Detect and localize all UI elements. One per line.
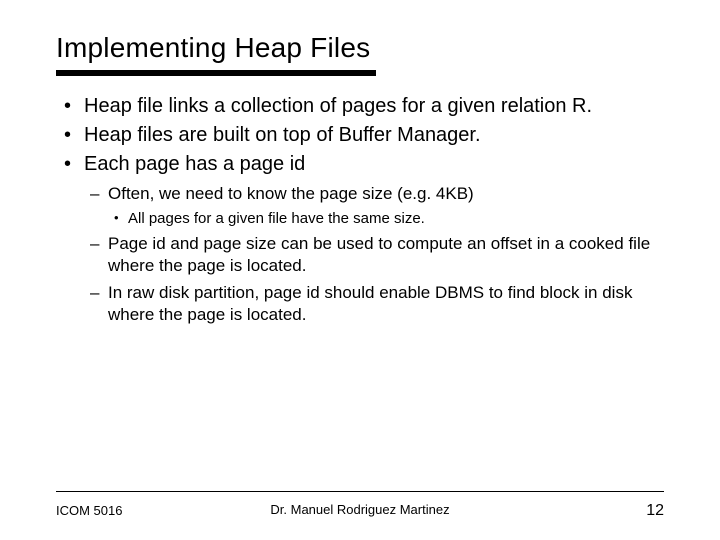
slide-title: Implementing Heap Files [56, 32, 664, 64]
title-underline [56, 70, 376, 76]
list-item: Page id and page size can be used to com… [84, 233, 664, 277]
list-item: Often, we need to know the page size (e.… [84, 183, 664, 229]
footer-author: Dr. Manuel Rodriguez Martinez [56, 502, 664, 517]
list-item: In raw disk partition, page id should en… [84, 282, 664, 326]
bullet-text: Often, we need to know the page size (e.… [108, 184, 474, 203]
bullet-text: Heap file links a collection of pages fo… [84, 95, 592, 117]
list-item: All pages for a given file have the same… [108, 209, 664, 229]
bullet-text: Heap files are built on top of Buffer Ma… [84, 124, 481, 146]
list-item: Each page has a page id Often, we need t… [56, 152, 664, 326]
bullet-text: Each page has a page id [84, 153, 305, 175]
list-item: Heap file links a collection of pages fo… [56, 94, 664, 119]
sub-sub-bullet-list: All pages for a given file have the same… [108, 209, 664, 229]
list-item: Heap files are built on top of Buffer Ma… [56, 123, 664, 148]
bullet-text: In raw disk partition, page id should en… [108, 283, 632, 324]
bullet-list: Heap file links a collection of pages fo… [56, 94, 664, 326]
footer-divider [56, 491, 664, 492]
bullet-text: All pages for a given file have the same… [128, 210, 425, 227]
slide: Implementing Heap Files Heap file links … [0, 0, 720, 540]
footer: ICOM 5016 Dr. Manuel Rodriguez Martinez … [56, 502, 664, 520]
bullet-text: Page id and page size can be used to com… [108, 234, 650, 275]
sub-bullet-list: Often, we need to know the page size (e.… [84, 183, 664, 326]
